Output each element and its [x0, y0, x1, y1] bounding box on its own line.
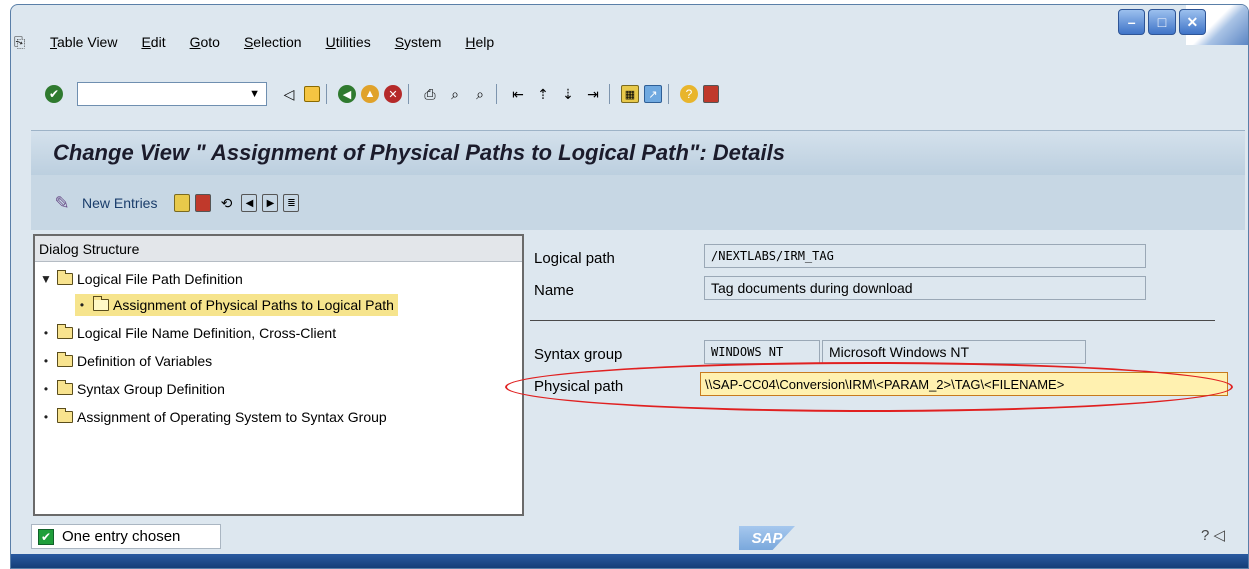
customize-layout-icon[interactable] — [703, 85, 719, 103]
toolbar-divider — [609, 84, 610, 104]
tree-item-definition-of-variables[interactable]: • Definition of Variables — [39, 350, 212, 372]
name-field[interactable]: Tag documents during download — [704, 276, 1146, 300]
menu-system[interactable]: System — [395, 34, 442, 50]
title-band: Change View " Assignment of Physical Pat… — [31, 131, 1245, 175]
print-icon[interactable]: ⎙ — [420, 84, 440, 104]
status-message-text: One entry chosen — [62, 528, 181, 545]
tree-item-logical-file-name[interactable]: • Logical File Name Definition, Cross-Cl… — [39, 322, 336, 344]
menu-edit[interactable]: Edit — [141, 34, 165, 50]
exit-icon[interactable]: ▲ — [361, 85, 379, 103]
find-next-icon[interactable]: ⌕ — [470, 84, 490, 104]
copy-as-icon[interactable] — [174, 194, 191, 212]
back-green-icon[interactable]: ◀ — [338, 85, 356, 103]
tree-item-assignment-physical-paths[interactable]: • Assignment of Physical Paths to Logica… — [75, 294, 398, 316]
page-title: Change View " Assignment of Physical Pat… — [53, 140, 785, 165]
menu-table-view[interactable]: Table View — [50, 34, 117, 50]
last-page-icon[interactable]: ⇥ — [583, 84, 603, 104]
status-info-icon[interactable]: ? ◁ — [1201, 526, 1225, 544]
physical-path-field[interactable]: \\SAP-CC04\Conversion\IRM\<PARAM_2>\TAG\… — [700, 372, 1228, 396]
bullet-icon: • — [43, 326, 49, 340]
undo-change-icon[interactable]: ⟲ — [216, 193, 236, 213]
section-divider — [530, 320, 1215, 321]
close-button[interactable]: ✕ — [1178, 9, 1206, 35]
delete-icon[interactable] — [195, 194, 212, 212]
tree-item-label: Assignment of Operating System to Syntax… — [77, 409, 387, 425]
tree-item-logical-file-path[interactable]: ▼ Logical File Path Definition — [39, 268, 243, 290]
title-area: Change View " Assignment of Physical Pat… — [31, 130, 1245, 230]
folder-icon — [57, 380, 73, 395]
logical-path-label: Logical path — [534, 250, 615, 267]
toolbar-divider — [496, 84, 497, 104]
tree-item-assignment-operating-system[interactable]: • Assignment of Operating System to Synt… — [39, 406, 387, 428]
tree-item-label: Assignment of Physical Paths to Logical … — [113, 297, 394, 313]
menu-utilities[interactable]: Utilities — [326, 34, 371, 50]
chevron-down-icon[interactable]: ▼ — [249, 88, 260, 100]
status-bar: ✔ One entry chosen SAP ? ◁ — [31, 522, 1245, 552]
next-entry-icon[interactable]: ▶ — [262, 194, 279, 212]
tree-item-label: Logical File Name Definition, Cross-Clie… — [77, 325, 337, 341]
shortcut-icon[interactable]: ↗ — [644, 85, 662, 103]
tree-item-label: Definition of Variables — [77, 353, 213, 369]
menu-goto[interactable]: Goto — [190, 34, 220, 50]
folder-icon — [57, 408, 73, 423]
standard-toolbar: ✔ ▼ ◁ ◀ ▲ ✕ ⎙ ⌕ ⌕ ⇤ ⇡ ⇣ ⇥ ▦ ↗ ? — [40, 82, 719, 106]
toolbar-divider — [326, 84, 327, 104]
maximize-button[interactable]: □ — [1148, 9, 1176, 35]
folder-icon — [57, 352, 73, 367]
physical-path-label: Physical path — [534, 378, 624, 395]
bullet-icon: • — [43, 410, 49, 424]
sap-logo: SAP — [739, 526, 795, 550]
toolbar-divider — [668, 84, 669, 104]
bullet-icon: • — [79, 298, 85, 312]
menu-help[interactable]: Help — [465, 34, 494, 50]
dialog-structure-header: Dialog Structure — [35, 236, 522, 262]
tree-item-syntax-group-definition[interactable]: • Syntax Group Definition — [39, 378, 225, 400]
toolbar-divider — [408, 84, 409, 104]
dialog-structure-panel: Dialog Structure ▼ Logical File Path Def… — [33, 234, 524, 516]
open-folder-icon — [93, 296, 109, 311]
window-controls: – □ ✕ — [1118, 9, 1206, 39]
new-entries-button[interactable]: New Entries — [82, 195, 157, 211]
success-check-icon: ✔ — [38, 528, 54, 545]
menu-selection[interactable]: Selection — [244, 34, 302, 50]
save-icon[interactable] — [304, 86, 320, 102]
tree-item-label: Logical File Path Definition — [77, 271, 243, 287]
previous-entry-icon[interactable]: ◀ — [241, 194, 258, 212]
create-session-icon[interactable]: ▦ — [621, 85, 639, 103]
previous-page-icon[interactable]: ⇡ — [533, 84, 553, 104]
status-message: ✔ One entry chosen — [31, 524, 221, 549]
bullet-icon: • — [43, 382, 49, 396]
name-label: Name — [534, 282, 575, 299]
back-icon[interactable]: ◁ — [279, 84, 299, 104]
logical-path-field[interactable]: /NEXTLABS/IRM_TAG — [704, 244, 1146, 268]
cancel-icon[interactable]: ✕ — [384, 85, 402, 103]
window-bottom-bar — [11, 554, 1248, 568]
folder-icon — [57, 324, 73, 339]
enter-icon[interactable]: ✔ — [45, 85, 63, 103]
syntax-group-description: Microsoft Windows NT — [822, 340, 1086, 364]
minimize-button[interactable]: – — [1118, 9, 1146, 35]
help-icon[interactable]: ? — [680, 85, 698, 103]
variable-list-icon[interactable]: ≣ — [283, 194, 300, 212]
menu-bar: ⎘ Table View Edit Goto Selection Utiliti… — [14, 32, 518, 52]
first-page-icon[interactable]: ⇤ — [508, 84, 528, 104]
next-page-icon[interactable]: ⇣ — [558, 84, 578, 104]
detail-form: Logical path /NEXTLABS/IRM_TAG Name Tag … — [526, 234, 1245, 516]
tree-item-label: Syntax Group Definition — [77, 381, 225, 397]
find-icon[interactable]: ⌕ — [445, 84, 465, 104]
display-change-icon[interactable]: ✎ — [52, 193, 72, 213]
bullet-icon: • — [43, 354, 49, 368]
application-toolbar: ✎ New Entries ⟲ ◀ ▶ ≣ — [31, 175, 1245, 231]
syntax-group-label: Syntax group — [534, 346, 623, 363]
folder-icon — [57, 270, 73, 285]
syntax-group-field[interactable]: WINDOWS NT — [704, 340, 820, 364]
expand-triangle-icon[interactable]: ▼ — [39, 272, 53, 286]
menu-arrow-icon[interactable]: ⎘ — [14, 34, 32, 50]
command-field[interactable]: ▼ — [77, 82, 267, 106]
